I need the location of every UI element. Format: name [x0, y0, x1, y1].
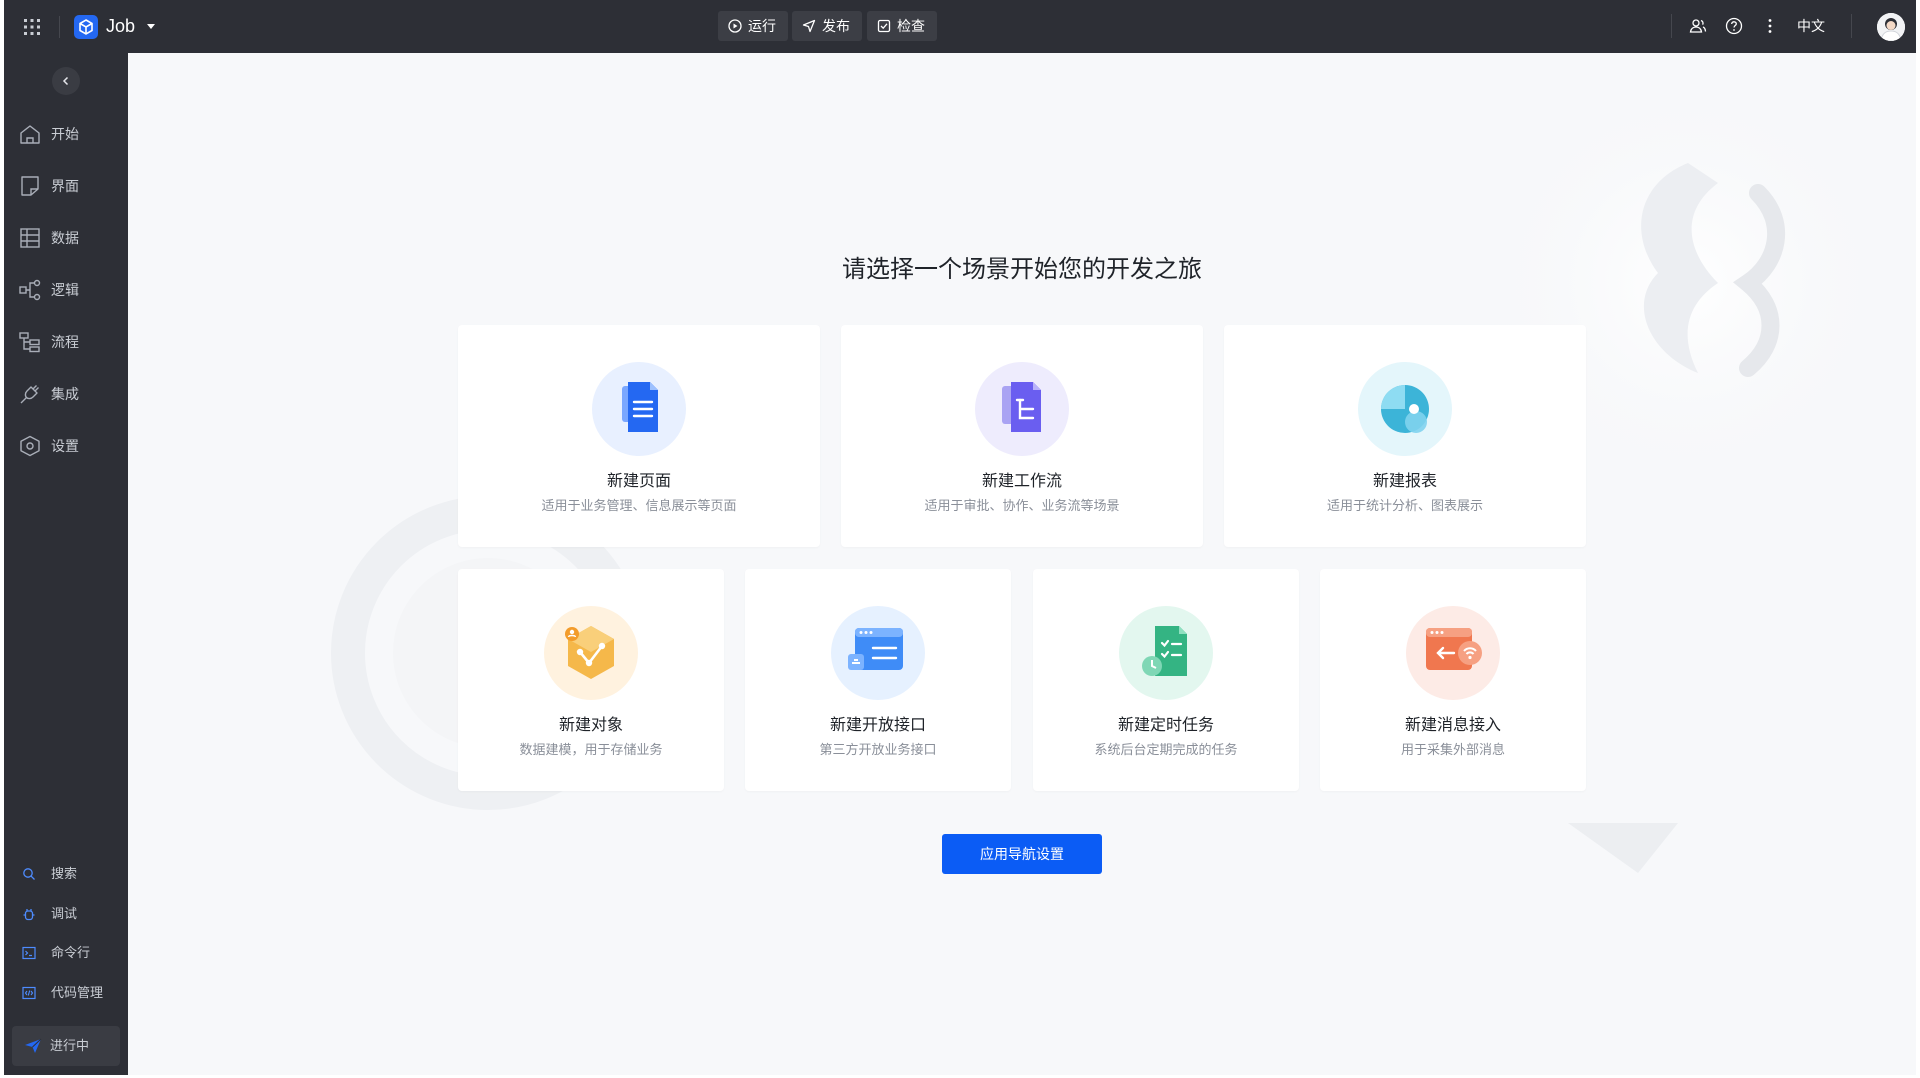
- run-button[interactable]: 运行: [718, 11, 788, 41]
- logic-icon: [19, 279, 41, 301]
- main-content: 请选择一个场景开始您的开发之旅 新建页面 适用于业务管理、信息展示等页面 新建工…: [128, 53, 1916, 1075]
- check-square-icon: [877, 19, 891, 33]
- page-title: 请选择一个场景开始您的开发之旅: [842, 256, 1202, 283]
- new-scheduled-task-card[interactable]: 新建定时任务 系统后台定期完成的任务: [1033, 569, 1299, 791]
- sidebar-item-integration[interactable]: 集成: [4, 374, 128, 414]
- sidebar-item-search[interactable]: 搜索: [4, 860, 128, 888]
- sidebar-item-interface[interactable]: 界面: [4, 166, 128, 206]
- send-icon: [802, 19, 816, 33]
- new-message-icon: [1406, 606, 1500, 700]
- card-title: 新建页面: [606, 473, 671, 490]
- divider: [1851, 14, 1852, 38]
- new-api-icon: [831, 606, 925, 700]
- new-object-card[interactable]: 新建对象 数据建模，用于存储业务: [458, 569, 724, 791]
- card-title: 新建开放接口: [829, 717, 926, 734]
- send-icon: [25, 1038, 42, 1053]
- sidebar-item-label: 流程: [51, 334, 79, 350]
- more-vertical-icon[interactable]: [1760, 16, 1780, 36]
- help-circle-icon[interactable]: [1724, 16, 1744, 36]
- sidebar-item-label: 界面: [51, 178, 79, 194]
- check-button-label: 检查: [897, 18, 925, 34]
- divider: [1671, 14, 1672, 38]
- avatar[interactable]: [1877, 13, 1905, 41]
- card-title: 新建对象: [558, 717, 623, 734]
- language-switch[interactable]: 中文: [1797, 16, 1825, 36]
- sidebar-item-settings[interactable]: 设置: [4, 426, 128, 466]
- new-workflow-icon: [975, 362, 1069, 456]
- app-navigation-settings-button[interactable]: 应用导航设置: [942, 834, 1102, 874]
- running-tasks-label: 进行中: [50, 1038, 90, 1053]
- card-description: 系统后台定期完成的任务: [1094, 742, 1238, 757]
- new-api-card[interactable]: 新建开放接口 第三方开放业务接口: [745, 569, 1011, 791]
- sidebar-item-label: 数据: [51, 230, 79, 246]
- new-report-icon: [1358, 362, 1452, 456]
- card-description: 第三方开放业务接口: [819, 742, 937, 757]
- running-tasks-button[interactable]: 进行中: [12, 1026, 120, 1066]
- check-button[interactable]: 检查: [867, 11, 937, 41]
- sidebar-item-code[interactable]: 代码管理: [4, 979, 128, 1007]
- sidebar-item-data[interactable]: 数据: [4, 218, 128, 258]
- app-launcher-icon[interactable]: [22, 17, 42, 37]
- play-circle-icon: [728, 19, 742, 33]
- users-icon[interactable]: [1688, 16, 1708, 36]
- top-bar: Job 运行 发布 检查 中文: [4, 0, 1916, 53]
- sidebar-item-label: 开始: [51, 126, 79, 142]
- sidebar-item-start[interactable]: 开始: [4, 114, 128, 154]
- window-frame-right: [1916, 0, 1920, 1078]
- home-icon: [20, 125, 40, 144]
- card-description: 用于采集外部消息: [1400, 742, 1505, 757]
- terminal-icon: [22, 946, 36, 960]
- card-description: 适用于审批、协作、业务流等场景: [924, 498, 1120, 513]
- card-title: 新建定时任务: [1117, 717, 1214, 734]
- debug-icon: [23, 909, 35, 921]
- sidebar-item-debug[interactable]: 调试: [4, 900, 128, 928]
- collapse-sidebar-button[interactable]: [52, 67, 80, 95]
- run-button-label: 运行: [748, 18, 776, 34]
- plug-icon: [20, 385, 39, 404]
- table-icon: [20, 228, 40, 248]
- app-name[interactable]: Job: [106, 14, 135, 38]
- sidebar-item-terminal[interactable]: 命令行: [4, 939, 128, 967]
- sidebar-item-label: 设置: [51, 438, 79, 454]
- sidebar-item-logic[interactable]: 逻辑: [4, 270, 128, 310]
- sidebar-item-flow[interactable]: 流程: [4, 322, 128, 362]
- divider: [59, 16, 60, 38]
- sidebar: 开始 界面 数据 逻辑 流程 集成 设置 搜索 调试 命令行 代码管理 进行中: [4, 53, 128, 1075]
- new-scheduled-task-icon: [1119, 606, 1213, 700]
- card-title: 新建工作流: [981, 473, 1062, 490]
- card-description: 数据建模，用于存储业务: [519, 742, 663, 757]
- settings-icon: [20, 435, 40, 457]
- sidebar-item-label: 搜索: [51, 866, 78, 881]
- new-page-icon: [592, 362, 686, 456]
- sidebar-item-label: 调试: [51, 906, 78, 921]
- new-page-card[interactable]: 新建页面 适用于业务管理、信息展示等页面: [458, 325, 820, 547]
- card-description: 适用于统计分析、图表展示: [1326, 498, 1483, 513]
- new-message-card[interactable]: 新建消息接入 用于采集外部消息: [1320, 569, 1586, 791]
- code-icon: [22, 986, 36, 1000]
- chevron-down-icon[interactable]: [147, 24, 155, 29]
- card-description: 适用于业务管理、信息展示等页面: [541, 498, 737, 513]
- new-workflow-card[interactable]: 新建工作流 适用于审批、协作、业务流等场景: [841, 325, 1203, 547]
- app-logo-icon: [74, 15, 98, 39]
- new-object-icon: [544, 606, 638, 700]
- sidebar-item-label: 代码管理: [51, 985, 104, 1000]
- publish-button-label: 发布: [822, 18, 850, 34]
- sidebar-item-label: 集成: [51, 386, 79, 402]
- sidebar-item-label: 逻辑: [51, 282, 79, 298]
- card-title: 新建消息接入: [1404, 717, 1501, 734]
- search-icon: [23, 868, 35, 880]
- new-report-card[interactable]: 新建报表 适用于统计分析、图表展示: [1224, 325, 1586, 547]
- sidebar-item-label: 命令行: [51, 945, 91, 960]
- chevron-left-icon: [62, 76, 69, 86]
- publish-button[interactable]: 发布: [792, 11, 862, 41]
- flow-icon: [19, 332, 40, 353]
- card-title: 新建报表: [1372, 473, 1437, 490]
- page-icon: [21, 176, 39, 196]
